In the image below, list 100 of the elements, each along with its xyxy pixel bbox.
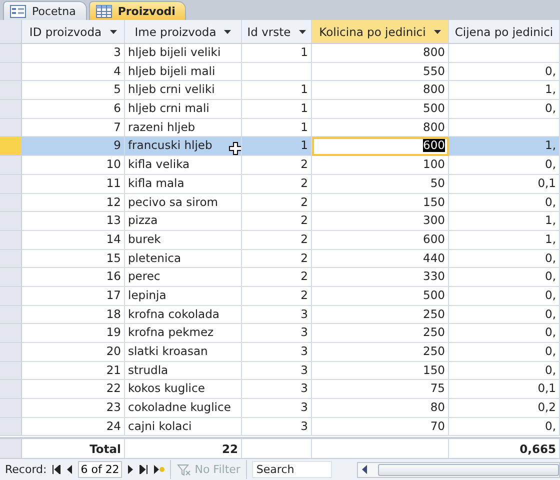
scrollbar-thumb[interactable] bbox=[378, 464, 559, 476]
table-cell: slatki kroasan bbox=[125, 343, 242, 362]
table-cell: 1 bbox=[242, 81, 312, 100]
table-cell: 1, bbox=[449, 230, 560, 250]
tab[interactable]: Pocetna bbox=[3, 1, 87, 20]
table-cell: kokos kuglice bbox=[125, 380, 242, 400]
table-cell: 17 bbox=[22, 286, 125, 306]
tab[interactable]: Proizvodi bbox=[88, 1, 186, 20]
row-selector[interactable] bbox=[0, 399, 22, 418]
table-cell: 0, bbox=[449, 306, 560, 324]
column-header[interactable]: Cijena po jedinici bbox=[449, 20, 560, 43]
table-cell: 0, bbox=[449, 194, 560, 212]
filter-icon bbox=[176, 464, 191, 476]
column-header[interactable]: Ime proizvoda bbox=[125, 20, 242, 43]
select-all-corner[interactable] bbox=[0, 20, 22, 43]
table-cell: 0,1 bbox=[449, 380, 560, 400]
row-selector[interactable] bbox=[0, 137, 22, 156]
row-selector[interactable] bbox=[0, 81, 22, 100]
dropdown-arrow-icon[interactable] bbox=[298, 30, 306, 34]
table-cell: 1, bbox=[449, 212, 560, 231]
row-selector[interactable] bbox=[0, 418, 22, 436]
table-cell: 11 bbox=[22, 174, 125, 194]
table-cell: 800 bbox=[312, 44, 449, 63]
row-selector[interactable] bbox=[0, 324, 22, 343]
record-label: Record: bbox=[5, 463, 47, 476]
table-cell: 3 bbox=[242, 418, 312, 436]
table-cell: 440 bbox=[312, 250, 449, 268]
table-cell: 0, bbox=[449, 343, 560, 362]
table-cell: francuski hljeb bbox=[125, 137, 242, 156]
table-cell: cajni kolaci bbox=[125, 418, 242, 436]
table-cell: 600 bbox=[312, 230, 449, 250]
row-selector[interactable] bbox=[0, 44, 22, 63]
first-record-icon[interactable] bbox=[52, 465, 61, 474]
dropdown-arrow-icon[interactable] bbox=[110, 30, 117, 34]
table-cell: 75 bbox=[312, 380, 449, 400]
table-cell: 0,1 bbox=[449, 174, 560, 194]
horizontal-scrollbar[interactable] bbox=[357, 462, 560, 478]
table-cell: 15 bbox=[22, 250, 125, 268]
row-selector[interactable] bbox=[0, 343, 22, 362]
table-cell: 1 bbox=[242, 44, 312, 63]
table-cell: 23 bbox=[22, 399, 125, 418]
row-selector[interactable] bbox=[0, 100, 22, 119]
table-cell: 250 bbox=[312, 343, 449, 362]
table-cell: 5 bbox=[22, 81, 125, 100]
table-cell: 250 bbox=[312, 324, 449, 343]
dropdown-arrow-icon[interactable] bbox=[434, 30, 441, 34]
table-cell: hljeb crni veliki bbox=[125, 81, 242, 100]
form-icon bbox=[10, 4, 26, 18]
table-cell: 1 bbox=[242, 137, 312, 156]
table-cell: 1, bbox=[449, 137, 560, 156]
row-selector[interactable] bbox=[0, 380, 22, 400]
table-cell: 2 bbox=[242, 250, 312, 268]
table-cell: 21 bbox=[22, 362, 125, 380]
row-selector[interactable] bbox=[0, 250, 22, 268]
table-cell: 0, bbox=[449, 100, 560, 119]
row-selector[interactable] bbox=[0, 268, 22, 287]
row-selector[interactable] bbox=[0, 212, 22, 231]
row-selector[interactable] bbox=[0, 62, 22, 82]
column-header[interactable]: Kolicina po jedinici bbox=[312, 20, 449, 43]
table-cell: 100 bbox=[312, 156, 449, 175]
next-record-icon[interactable] bbox=[126, 465, 134, 474]
table-cell: 300 bbox=[312, 212, 449, 231]
table-cell: 150 bbox=[312, 362, 449, 380]
record-number-field[interactable]: 6 of 22 bbox=[78, 461, 122, 478]
table-cell: 2 bbox=[242, 156, 312, 175]
table-cell: 3 bbox=[242, 362, 312, 380]
table-cell: 0, bbox=[449, 156, 560, 175]
row-selector[interactable] bbox=[0, 174, 22, 194]
table-cell: 250 bbox=[312, 306, 449, 324]
scroll-left-icon[interactable] bbox=[362, 465, 368, 474]
row-selector[interactable] bbox=[0, 362, 22, 380]
table-cell: krofna pekmez bbox=[125, 324, 242, 343]
row-selector[interactable] bbox=[0, 118, 22, 138]
row-selector[interactable] bbox=[0, 286, 22, 306]
table-cell: 13 bbox=[22, 212, 125, 231]
table-cell: 0, bbox=[449, 268, 560, 287]
table-cell: lepinja bbox=[125, 286, 242, 306]
table-cell: kifla velika bbox=[125, 156, 242, 175]
table-cell: 3 bbox=[242, 306, 312, 324]
table-cell: 0, bbox=[449, 418, 560, 436]
table-cell: 16 bbox=[22, 268, 125, 287]
previous-record-icon[interactable] bbox=[66, 465, 73, 474]
row-selector[interactable] bbox=[0, 439, 22, 458]
search-field[interactable]: Search bbox=[252, 461, 332, 478]
row-selector[interactable] bbox=[0, 230, 22, 250]
row-selector[interactable] bbox=[0, 194, 22, 212]
column-header[interactable]: ID proizvoda bbox=[22, 20, 125, 43]
table-cell: 6 bbox=[22, 100, 125, 119]
table-cell: 3 bbox=[242, 380, 312, 400]
table-cell: 12 bbox=[22, 194, 125, 212]
table-cell: hljeb bijeli mali bbox=[125, 62, 242, 82]
last-record-icon[interactable] bbox=[138, 465, 148, 474]
table-cell: 150 bbox=[312, 194, 449, 212]
row-selector[interactable] bbox=[0, 306, 22, 324]
table-cell: pletenica bbox=[125, 250, 242, 268]
table-cell: 0, bbox=[449, 62, 560, 82]
dropdown-arrow-icon[interactable] bbox=[224, 30, 232, 34]
row-selector[interactable] bbox=[0, 156, 22, 175]
table-cell: pecivo sa sirom bbox=[125, 194, 242, 212]
new-record-icon[interactable] bbox=[152, 465, 165, 474]
